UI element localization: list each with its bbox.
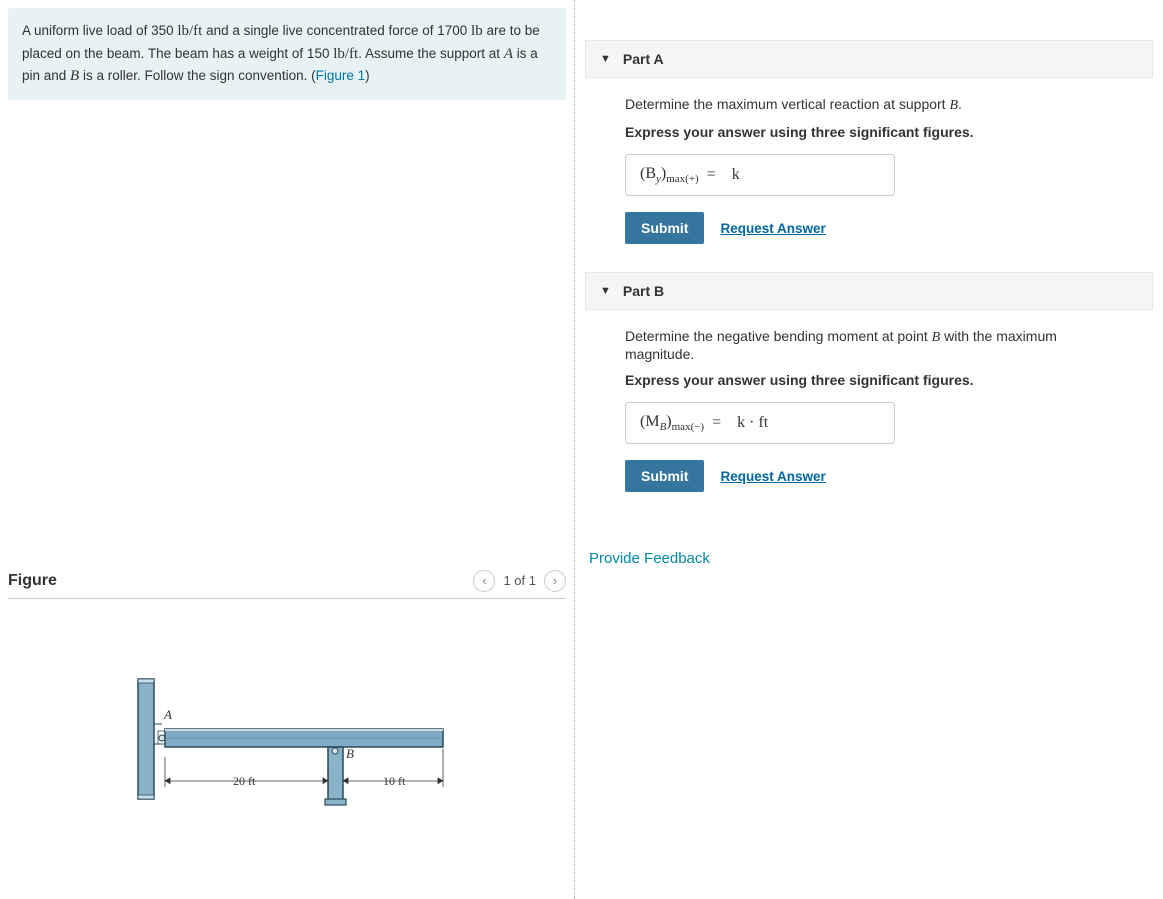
part-b-title: Part B — [623, 283, 664, 299]
part-b-submit-button[interactable]: Submit — [625, 460, 704, 492]
part-b-request-answer-link[interactable]: Request Answer — [720, 469, 825, 484]
part-b-header[interactable]: ▼ Part B — [585, 272, 1153, 310]
part-a-instruction: Express your answer using three signific… — [625, 124, 1129, 140]
figure-next-button[interactable]: › — [544, 570, 566, 592]
part-a-title: Part A — [623, 51, 664, 67]
collapse-icon: ▼ — [600, 285, 611, 297]
part-a-answer-box[interactable]: (By)max(+) = k — [625, 154, 895, 196]
figure-prev-button[interactable]: ‹ — [473, 570, 495, 592]
unit: lb — [471, 23, 483, 39]
label-b: B — [346, 746, 354, 761]
variable-b: B — [70, 68, 79, 84]
figure-link[interactable]: Figure 1 — [316, 68, 366, 83]
part-b-question: Determine the negative bending moment at… — [625, 328, 1129, 362]
part-a: ▼ Part A Determine the maximum vertical … — [585, 40, 1153, 244]
part-a-question: Determine the maximum vertical reaction … — [625, 96, 1129, 114]
provide-feedback-link[interactable]: Provide Feedback — [589, 550, 710, 567]
dim-1: 20 ft — [233, 774, 256, 788]
part-a-header[interactable]: ▼ Part A — [585, 40, 1153, 78]
figure-counter: 1 of 1 — [503, 573, 536, 588]
part-b-instruction: Express your answer using three signific… — [625, 372, 1129, 388]
part-b: ▼ Part B Determine the negative bending … — [585, 272, 1153, 492]
text: is a roller. Follow the sign convention.… — [79, 68, 315, 83]
figure-title: Figure — [8, 572, 57, 590]
variable-a: A — [504, 46, 513, 62]
unit: lb/ft — [333, 46, 358, 62]
text: . Assume the support at — [358, 46, 504, 61]
collapse-icon: ▼ — [600, 53, 611, 65]
part-b-answer-box[interactable]: (MB)max(−) = k · ft — [625, 402, 895, 444]
unit: lb/ft — [177, 23, 202, 39]
problem-statement: A uniform live load of 350 lb/ft and a s… — [8, 8, 566, 100]
figure-header: Figure ‹ 1 of 1 › — [8, 570, 566, 599]
label-a: A — [163, 707, 172, 722]
text: A uniform live load of 350 — [22, 23, 177, 38]
text: ) — [365, 68, 370, 83]
part-a-submit-button[interactable]: Submit — [625, 212, 704, 244]
figure-image: A B — [8, 599, 566, 872]
figure-nav: ‹ 1 of 1 › — [473, 570, 566, 592]
part-a-request-answer-link[interactable]: Request Answer — [720, 221, 825, 236]
dim-2: 10 ft — [383, 774, 406, 788]
text: and a single live concentrated force of … — [202, 23, 471, 38]
